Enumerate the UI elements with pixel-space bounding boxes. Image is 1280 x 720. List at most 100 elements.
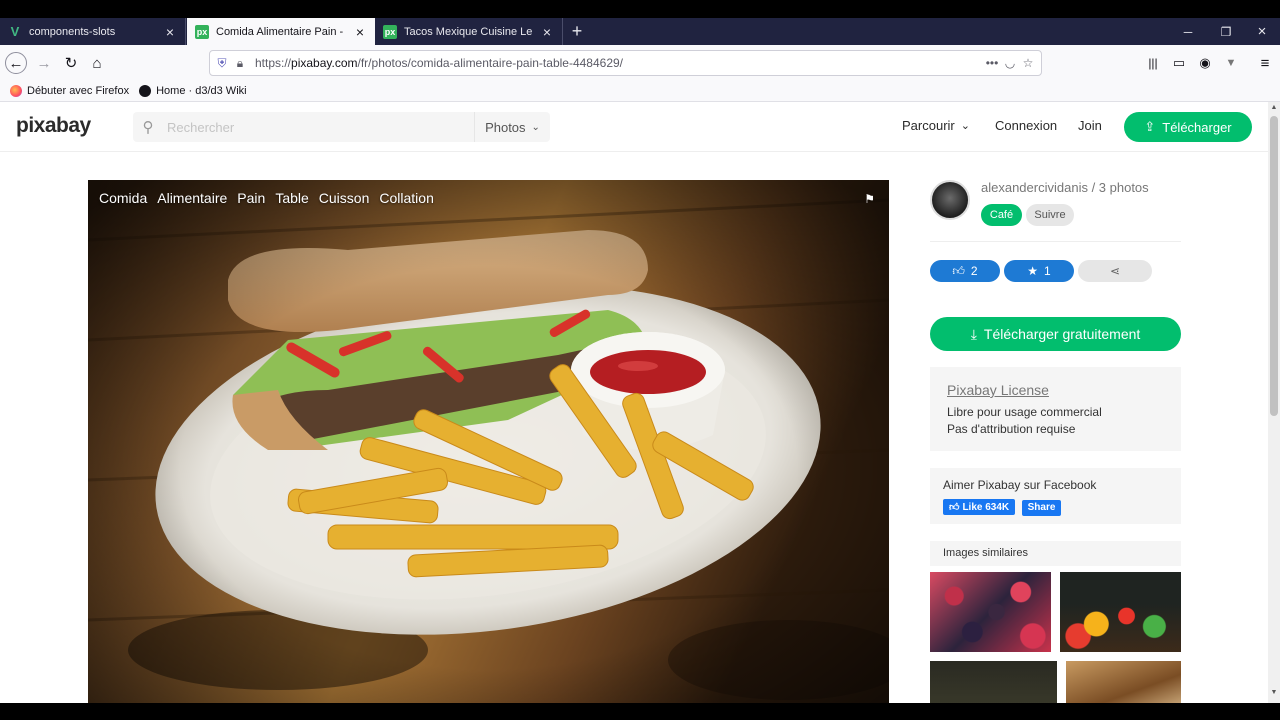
explore-label: Parcourir bbox=[902, 118, 955, 133]
search-bar: ⚲ Photos ⌄ bbox=[133, 112, 550, 142]
close-window-icon[interactable]: × bbox=[1244, 18, 1280, 45]
close-tab-icon[interactable]: × bbox=[540, 24, 554, 40]
tag-link[interactable]: Alimentaire bbox=[157, 190, 227, 206]
photo-image bbox=[88, 180, 889, 703]
tag-link[interactable]: Cuisson bbox=[319, 190, 370, 206]
author-name[interactable]: alexandercividanis / 3 photos bbox=[981, 180, 1149, 195]
sidebar-icon[interactable]: ▭ bbox=[1168, 52, 1190, 74]
back-icon[interactable]: ← bbox=[5, 52, 27, 74]
tag-link[interactable]: Pain bbox=[237, 190, 265, 206]
favorite-count: 1 bbox=[1044, 264, 1051, 278]
facebook-like-button[interactable]: 👍︎ Like 634K bbox=[943, 499, 1016, 515]
tag-link[interactable]: Table bbox=[275, 190, 308, 206]
page-actions-icon[interactable]: ••• bbox=[983, 54, 1001, 72]
browser-toolbar: ← → ↻ ⌂ ⛨ 🔒︎ https://pixabay.com/fr/phot… bbox=[0, 45, 1280, 80]
tab-comida-alimentaire[interactable]: px Comida Alimentaire Pain - Pho × bbox=[187, 18, 375, 45]
url-path: /fr/photos/comida-alimentaire-pain-table… bbox=[357, 56, 623, 70]
photo-tags: Comida Alimentaire Pain Table Cuisson Co… bbox=[99, 190, 434, 206]
media-type-label: Photos bbox=[485, 119, 526, 135]
thumbs-up-icon: 👍︎ bbox=[949, 502, 960, 513]
similar-image-thumbnail[interactable] bbox=[930, 661, 1057, 703]
github-icon bbox=[139, 84, 152, 97]
extension-icon[interactable]: ▼ bbox=[1220, 52, 1242, 74]
scroll-down-icon[interactable]: ▼ bbox=[1268, 689, 1280, 701]
tab-components-slots[interactable]: V components-slots × bbox=[0, 18, 186, 45]
url-prefix: https:// bbox=[255, 56, 292, 70]
free-download-button[interactable]: ⤓ Télécharger gratuitement bbox=[930, 317, 1181, 351]
bookmark-firefox[interactable]: Débuter avec Firefox bbox=[10, 84, 130, 97]
author-panel: alexandercividanis / 3 photos Café Suivr… bbox=[930, 180, 1181, 242]
facebook-title: Aimer Pixabay sur Facebook bbox=[943, 478, 1097, 492]
facebook-box: Aimer Pixabay sur Facebook 👍︎ Like 634K S… bbox=[930, 468, 1181, 524]
join-link[interactable]: Join bbox=[1078, 118, 1102, 133]
reload-icon[interactable]: ↻ bbox=[60, 52, 82, 74]
pixabay-logo[interactable]: pixabay bbox=[16, 114, 91, 138]
similar-image-thumbnail[interactable] bbox=[1060, 572, 1181, 652]
url-domain: pixabay.com bbox=[291, 56, 358, 70]
upload-label: Télécharger bbox=[1162, 119, 1232, 135]
tab-title: Tacos Mexique Cuisine Le - Pho bbox=[404, 25, 533, 38]
upload-icon: ⇪ bbox=[1144, 119, 1156, 134]
like-count: 2 bbox=[970, 264, 978, 278]
close-tab-icon[interactable]: × bbox=[353, 24, 367, 40]
url-text[interactable]: https://pixabay.com/fr/photos/comida-ali… bbox=[255, 56, 623, 70]
tab-tacos-mexique[interactable]: px Tacos Mexique Cuisine Le - Pho × bbox=[375, 18, 563, 45]
search-input[interactable] bbox=[167, 119, 467, 135]
main-photo[interactable]: Comida Alimentaire Pain Table Cuisson Co… bbox=[88, 180, 889, 703]
home-icon[interactable]: ⌂ bbox=[86, 52, 108, 74]
pocket-icon[interactable]: ◡ bbox=[1001, 54, 1019, 72]
like-button[interactable]: 👍︎ 2 bbox=[930, 260, 1000, 282]
browser-tab-bar: V components-slots × px Comida Alimentai… bbox=[0, 18, 1280, 45]
tag-link[interactable]: Comida bbox=[99, 190, 147, 206]
letterbox-bottom bbox=[0, 703, 1280, 720]
collection-tag-button[interactable]: Café bbox=[981, 204, 1022, 226]
vue-icon: V bbox=[10, 24, 20, 39]
share-button[interactable]: ⋖ bbox=[1078, 260, 1152, 282]
bookmarks-toolbar: Débuter avec Firefox Home · d3/d3 Wiki bbox=[0, 80, 1280, 102]
bookmark-star-icon[interactable]: ☆ bbox=[1019, 54, 1037, 72]
download-icon: ⤓ bbox=[970, 325, 977, 342]
favorite-button[interactable]: ★ 1 bbox=[1004, 260, 1074, 282]
license-link[interactable]: Pixabay License bbox=[947, 382, 1164, 398]
search-icon[interactable]: ⚲ bbox=[133, 118, 163, 136]
library-icon[interactable]: ||| bbox=[1142, 52, 1164, 74]
new-tab-button[interactable]: + bbox=[567, 18, 587, 45]
report-flag-icon[interactable]: ⚑ bbox=[864, 192, 875, 206]
scrollbar-thumb[interactable] bbox=[1270, 116, 1278, 416]
share-icon: ⋖ bbox=[1109, 264, 1121, 278]
avatar[interactable] bbox=[930, 180, 970, 220]
bookmark-label: Home · d3/d3 Wiki bbox=[156, 84, 247, 97]
address-bar[interactable]: ⛨ 🔒︎ https://pixabay.com/fr/photos/comid… bbox=[209, 50, 1042, 76]
media-type-select[interactable]: Photos ⌄ bbox=[474, 112, 550, 142]
account-icon[interactable]: ◉ bbox=[1194, 52, 1216, 74]
chevron-down-icon: ⌄ bbox=[960, 120, 970, 132]
page-content: pixabay ⚲ Photos ⌄ Parcourir ⌄ Connexion… bbox=[0, 102, 1268, 703]
follow-button[interactable]: Suivre bbox=[1026, 204, 1074, 226]
star-icon: ★ bbox=[1027, 264, 1039, 278]
firefox-icon bbox=[10, 84, 22, 97]
thumbs-up-icon: 👍︎ bbox=[952, 263, 965, 278]
license-box: Pixabay License Libre pour usage commerc… bbox=[930, 367, 1181, 451]
close-tab-icon[interactable]: × bbox=[163, 24, 177, 40]
login-link[interactable]: Connexion bbox=[995, 118, 1057, 133]
scroll-up-icon[interactable]: ▲ bbox=[1268, 104, 1280, 116]
download-label: Télécharger gratuitement bbox=[983, 326, 1141, 342]
bookmark-d3-wiki[interactable]: Home · d3/d3 Wiki bbox=[139, 84, 247, 97]
maximize-icon[interactable]: ❐ bbox=[1208, 18, 1244, 45]
lock-icon[interactable]: 🔒︎ bbox=[231, 54, 249, 72]
menu-icon[interactable]: ≡ bbox=[1254, 52, 1276, 74]
forward-icon[interactable]: → bbox=[33, 52, 55, 74]
pixabay-icon: px bbox=[195, 24, 209, 39]
similar-image-thumbnail[interactable] bbox=[1066, 661, 1181, 703]
explore-menu[interactable]: Parcourir ⌄ bbox=[902, 118, 970, 133]
tracking-shield-icon[interactable]: ⛨ bbox=[213, 54, 231, 72]
page-scrollbar[interactable]: ▲ ▼ bbox=[1268, 102, 1280, 703]
facebook-share-button[interactable]: Share bbox=[1021, 499, 1062, 516]
upload-button[interactable]: ⇪ Télécharger bbox=[1124, 112, 1252, 142]
license-line: Pas d'attribution requise bbox=[947, 422, 1076, 436]
minimize-icon[interactable]: ─ bbox=[1170, 18, 1206, 45]
similar-image-thumbnail[interactable] bbox=[930, 572, 1051, 652]
tag-link[interactable]: Collation bbox=[379, 190, 433, 206]
bookmark-label: Débuter avec Firefox bbox=[27, 84, 130, 97]
letterbox-top bbox=[0, 0, 1280, 18]
